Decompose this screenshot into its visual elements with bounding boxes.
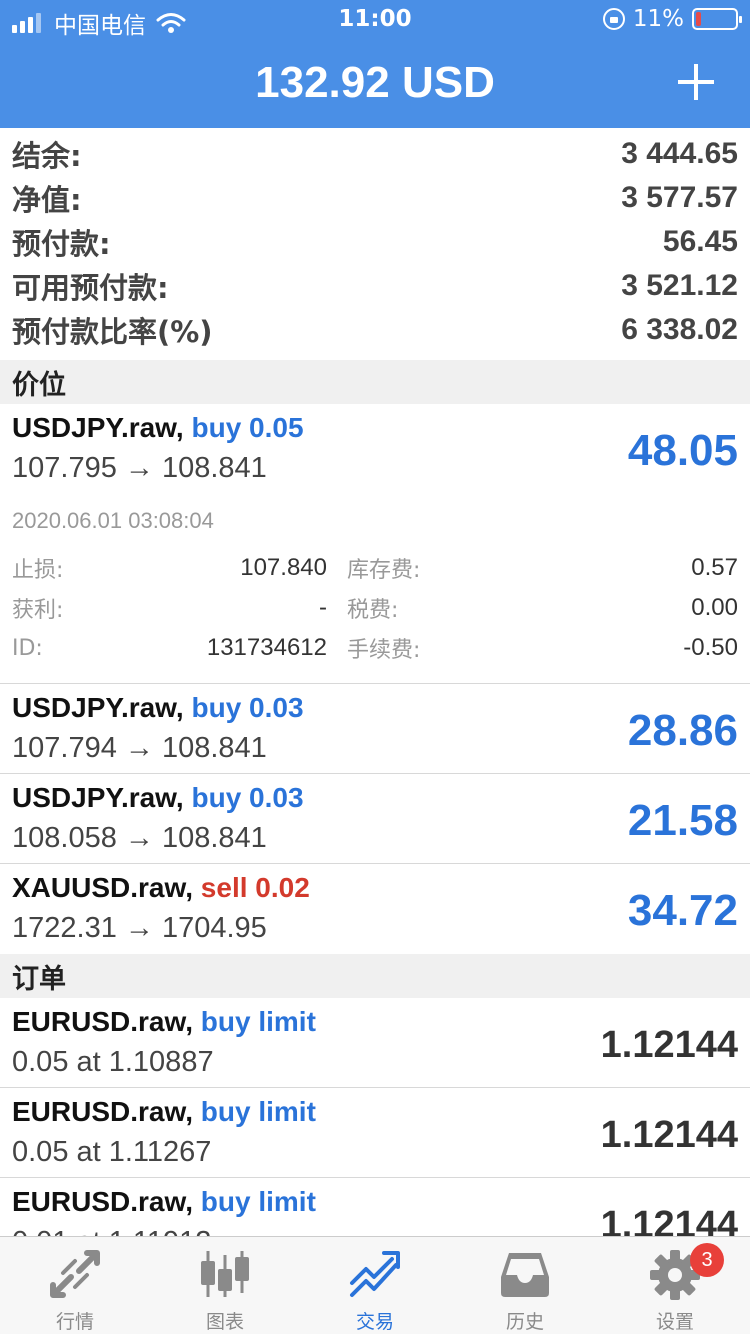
summary-label: 净值: [12,183,82,217]
swap-value: 0.57 [691,554,738,581]
tab-history[interactable]: 历史 [450,1237,600,1334]
tax-label: 税费: [347,598,399,623]
page-title-balance: 132.92 USD [255,58,495,107]
tab-label: 图表 [205,1311,244,1333]
account-summary: 结余: 3 444.65 净值: 3 577.57 预付款: 56.45 可用预… [0,132,750,352]
notification-badge: 3 [690,1243,724,1277]
order-info: 0.05 at 1.11267 [12,1136,212,1168]
symbol-name: XAUUSD.raw, [12,872,194,903]
tab-trade[interactable]: 交易 [300,1237,450,1334]
position-prices: 1722.31 → 1704.95 [12,912,267,944]
commission-label: 手续费: [347,638,421,663]
position-profit: 21.58 [627,796,738,845]
summary-value: 3 577.57 [621,181,738,214]
order-type: buy limit [200,1186,316,1217]
history-tray-icon [501,1253,549,1297]
trade-chart-icon [350,1251,400,1297]
position-row[interactable]: USDJPY.raw, buy 0.03 107.794 → 108.841 2… [0,684,750,774]
position-prices: 107.794 → 108.841 [12,732,267,764]
tab-label: 设置 [655,1311,694,1333]
summary-row-equity: 净值: 3 577.57 [0,176,750,220]
battery-percent: 11% [632,6,684,32]
order-symbol: EURUSD.raw, buy limit [12,1006,316,1038]
stop-loss-value: 107.840 [240,554,327,581]
open-time: 2020.06.01 03:08:04 [12,508,214,533]
summary-label: 预付款比率(%) [12,315,213,349]
swap-label: 库存费: [347,558,421,583]
rotation-lock-icon [602,8,625,30]
position-details: 2020.06.01 03:08:04 止损: 107.840 库存费: 0.5… [12,508,738,668]
summary-label: 可用预付款: [12,271,169,305]
symbol-name: EURUSD.raw, [12,1186,194,1217]
order-row[interactable]: EURUSD.raw, buy limit 0.05 at 1.10887 1.… [0,998,750,1088]
detail-row: 获利: - 税费: 0.00 [12,588,738,628]
tab-settings[interactable]: 3 设置 [600,1237,750,1334]
summary-row-balance: 结余: 3 444.65 [0,132,750,176]
symbol-name: USDJPY.raw, [12,782,184,813]
candlestick-icon [201,1251,249,1297]
symbol-name: USDJPY.raw, [12,412,184,443]
positions-section-header: 价位 [0,360,750,404]
detail-row: 止损: 107.840 库存费: 0.57 [12,548,738,588]
position-row-expanded[interactable]: USDJPY.raw, buy 0.05 107.795 → 108.841 4… [0,404,750,684]
summary-label: 预付款: [12,227,111,261]
order-type: buy limit [200,1096,316,1127]
position-profit: 28.86 [627,706,738,755]
trade-action: buy 0.03 [191,692,304,723]
position-symbol: XAUUSD.raw, sell 0.02 [12,872,310,904]
order-row[interactable]: EURUSD.raw, buy limit 0.05 at 1.11267 1.… [0,1088,750,1178]
take-profit-value: - [319,594,327,621]
position-row[interactable]: XAUUSD.raw, sell 0.02 1722.31 → 1704.95 … [0,864,750,954]
quotes-arrows-icon [50,1250,100,1298]
status-bar: 中国电信 11:00 11% [0,0,750,40]
stop-loss-label: 止损: [12,558,64,583]
position-symbol: USDJPY.raw, buy 0.03 [12,692,304,724]
summary-value: 56.45 [662,225,738,258]
tax-value: 0.00 [691,594,738,621]
id-label: ID: [12,635,43,661]
tab-label: 交易 [355,1311,394,1333]
summary-label: 结余: [12,139,82,173]
summary-row-margin: 预付款: 56.45 [0,220,750,264]
position-row[interactable]: USDJPY.raw, buy 0.03 108.058 → 108.841 2… [0,774,750,864]
new-order-plus-icon[interactable] [678,64,714,100]
detail-row: ID: 131734612 手续费: -0.50 [12,628,738,668]
bottom-tab-bar: 行情 图表 交易 历史 3 设置 [0,1236,750,1334]
summary-value: 6 338.02 [621,313,738,346]
position-symbol: USDJPY.raw, buy 0.03 [12,782,304,814]
status-right: 11% [602,6,742,32]
id-value: 131734612 [206,634,327,661]
summary-value: 3 444.65 [621,137,738,170]
trade-action: buy 0.05 [191,412,304,443]
take-profit-label: 获利: [12,598,64,623]
position-profit: 34.72 [627,886,738,935]
position-profit: 48.05 [627,426,738,475]
summary-row-free-margin: 可用预付款: 3 521.12 [0,264,750,308]
tab-charts[interactable]: 图表 [150,1237,300,1334]
order-current-price: 1.12144 [600,1114,738,1156]
tab-label: 行情 [55,1311,94,1333]
position-prices: 107.795 → 108.841 [12,452,267,484]
symbol-name: EURUSD.raw, [12,1096,194,1127]
summary-value: 3 521.12 [621,269,738,302]
top-header: 中国电信 11:00 11% 132.92 USD [0,0,750,128]
tab-quotes[interactable]: 行情 [0,1237,150,1334]
trade-action: sell 0.02 [200,872,310,903]
order-current-price: 1.12144 [600,1024,738,1066]
commission-value: -0.50 [683,634,738,661]
position-prices: 108.058 → 108.841 [12,822,267,854]
tab-label: 历史 [505,1311,544,1333]
trade-action: buy 0.03 [191,782,304,813]
battery-icon [692,8,742,30]
order-symbol: EURUSD.raw, buy limit [12,1186,316,1218]
orders-section-header: 订单 [0,954,750,998]
order-info: 0.05 at 1.10887 [12,1046,214,1078]
order-type: buy limit [200,1006,316,1037]
summary-row-margin-level: 预付款比率(%) 6 338.02 [0,308,750,352]
symbol-name: USDJPY.raw, [12,692,184,723]
symbol-name: EURUSD.raw, [12,1006,194,1037]
position-symbol: USDJPY.raw, buy 0.05 [12,412,304,444]
order-symbol: EURUSD.raw, buy limit [12,1096,316,1128]
